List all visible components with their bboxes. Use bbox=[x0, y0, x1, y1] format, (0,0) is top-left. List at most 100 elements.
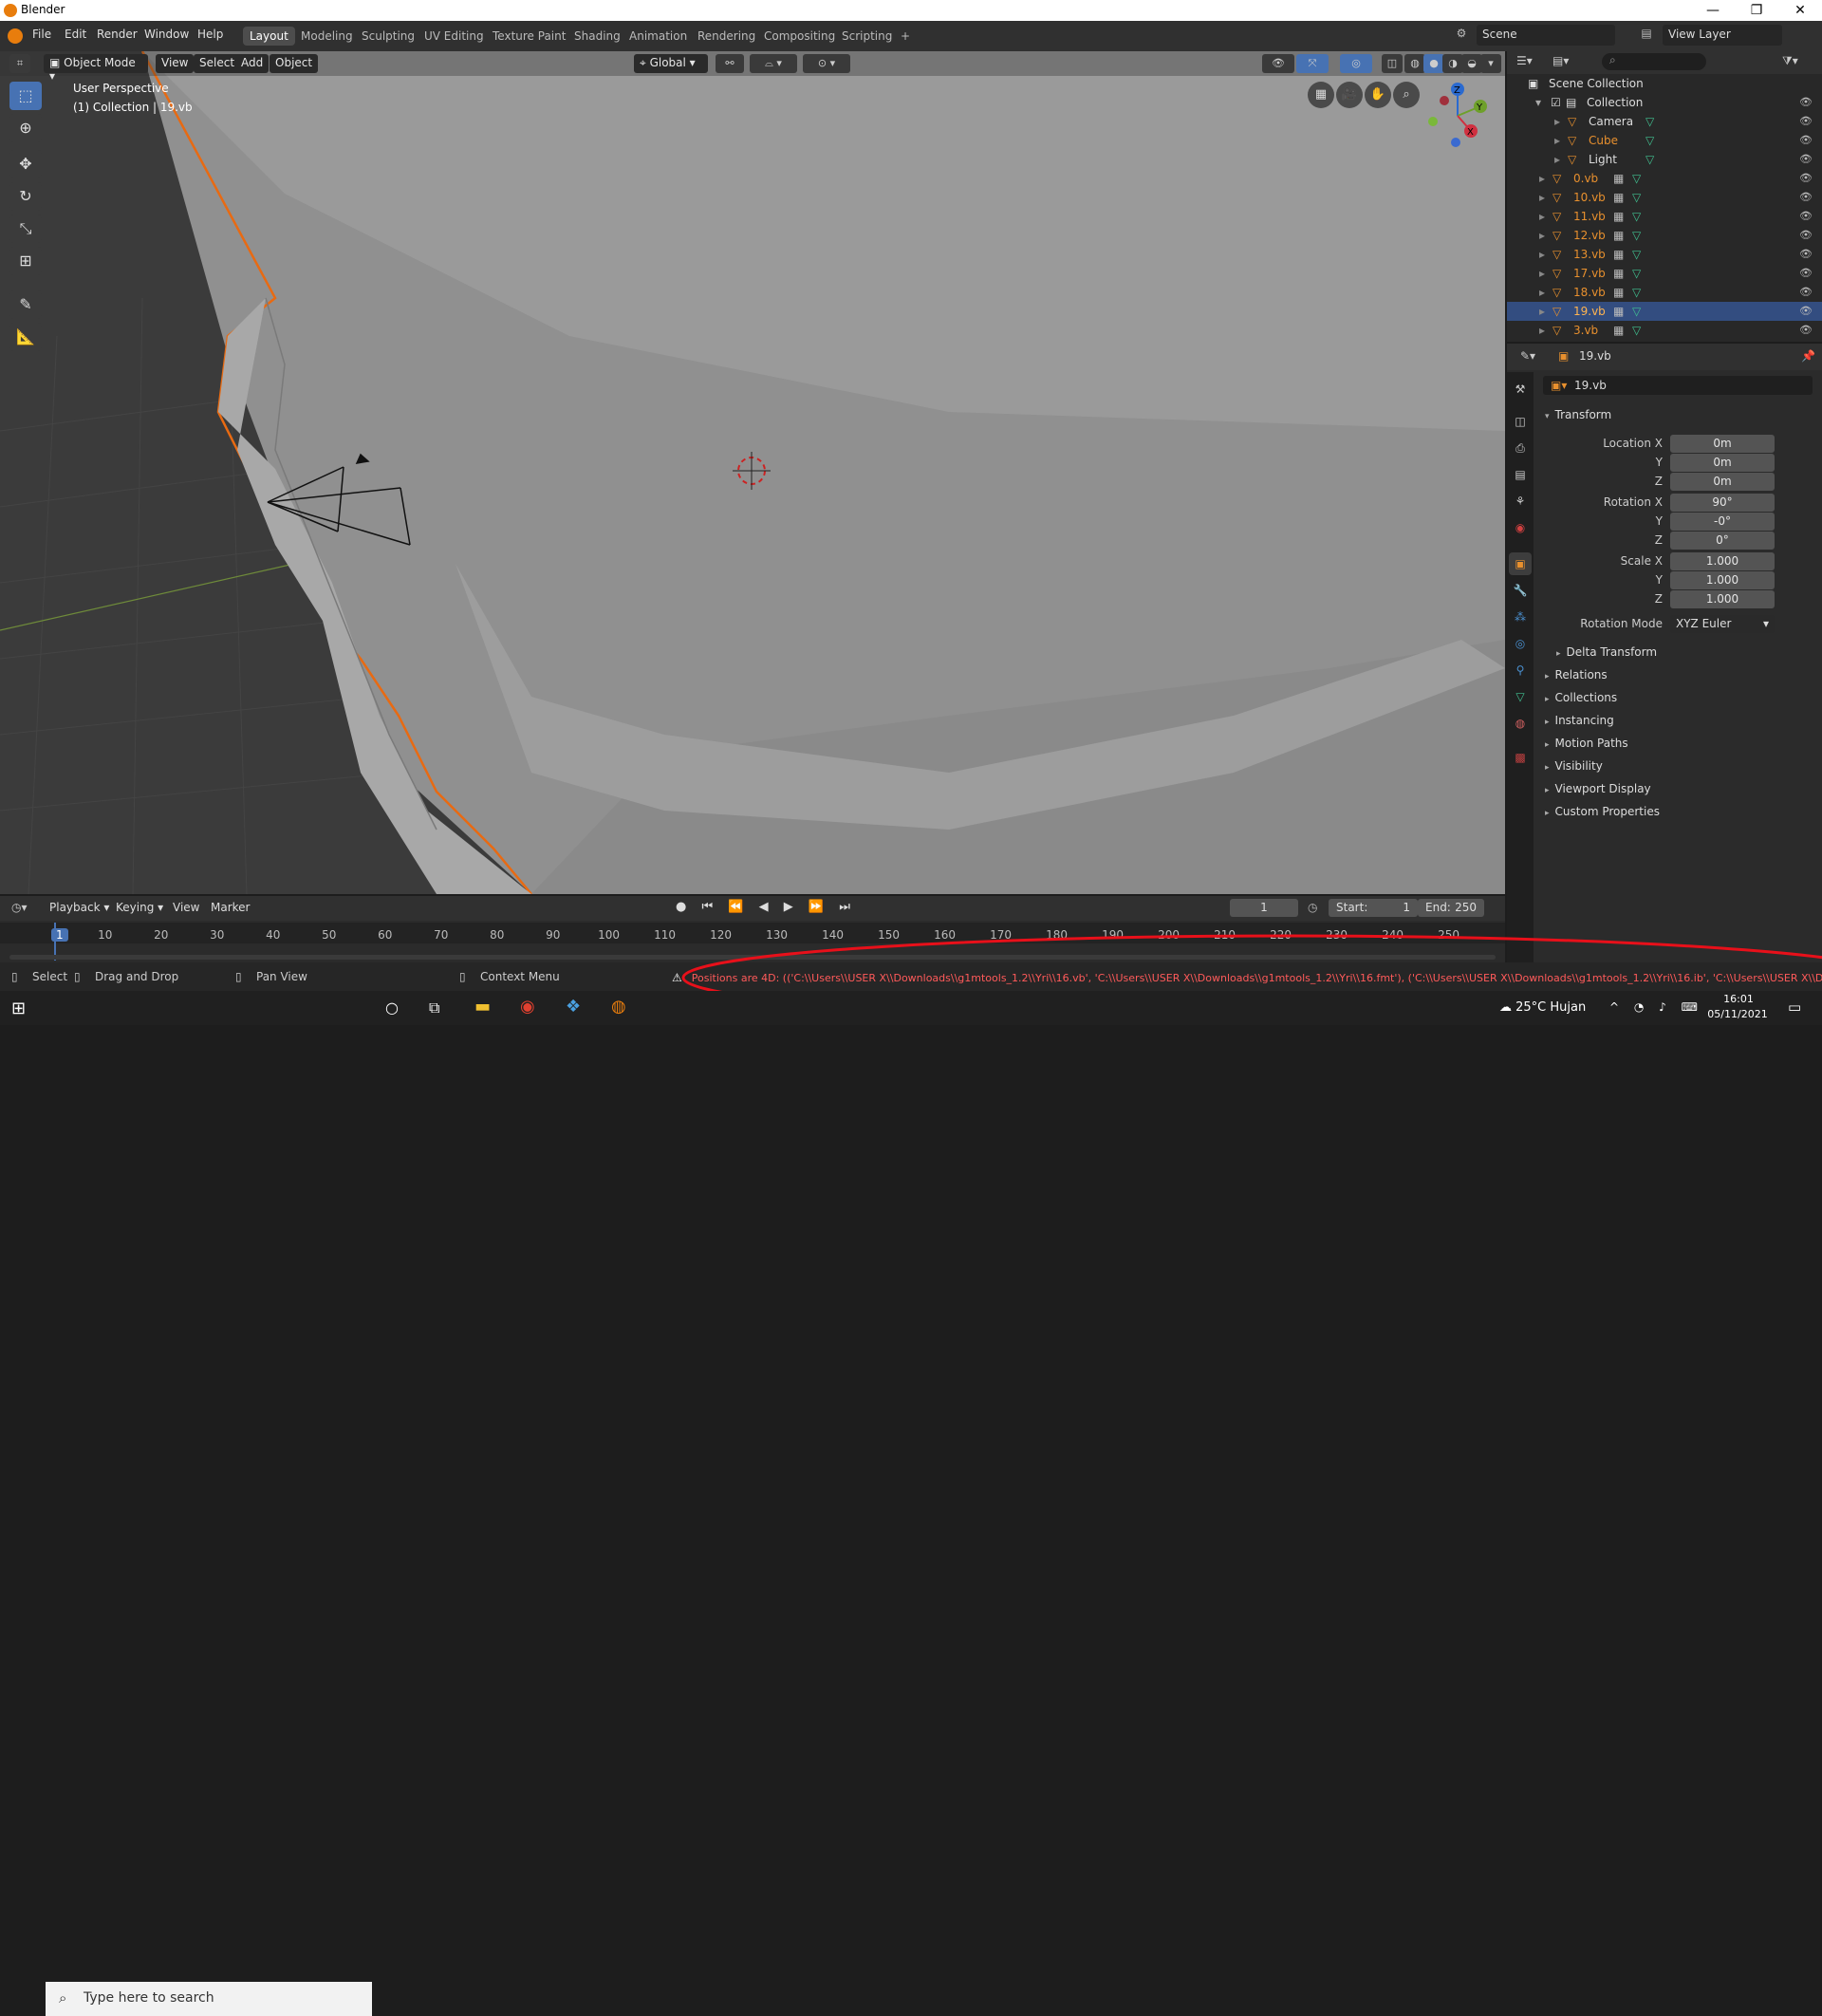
timeline-menu-view[interactable]: View bbox=[173, 901, 199, 914]
expand-icon[interactable]: ▸ bbox=[1539, 210, 1545, 223]
render-tab-icon[interactable]: ◫ bbox=[1509, 410, 1532, 433]
outliner-search[interactable]: ⌕ bbox=[1602, 53, 1706, 70]
shading-options-icon[interactable]: ▾ bbox=[1480, 54, 1501, 73]
tab-layout[interactable]: Layout bbox=[243, 27, 295, 46]
expand-icon[interactable]: ▸ bbox=[1554, 115, 1560, 128]
expand-icon[interactable]: ▸ bbox=[1539, 248, 1545, 261]
menu-edit[interactable]: Edit bbox=[65, 28, 86, 41]
texture-tab-icon[interactable]: ▩ bbox=[1509, 746, 1532, 769]
expand-icon[interactable]: ▸ bbox=[1554, 134, 1560, 147]
location-z-field[interactable]: 0m bbox=[1670, 473, 1775, 491]
annotate-tool-icon[interactable]: ✎ bbox=[9, 290, 42, 319]
close-button[interactable]: ✕ bbox=[1778, 0, 1822, 21]
world-tab-icon[interactable]: ◉ bbox=[1509, 516, 1532, 539]
3d-viewport[interactable] bbox=[0, 51, 1505, 894]
viewport-menu-select[interactable]: Select bbox=[194, 54, 241, 73]
expand-icon[interactable]: ▸ bbox=[1554, 153, 1560, 166]
expand-icon[interactable]: ▾ bbox=[1535, 96, 1541, 109]
viewport-menu-view[interactable]: View bbox=[156, 54, 195, 73]
outliner-item[interactable]: ▸ ▽ 10.vb ▦ ▽ 👁 bbox=[1507, 188, 1822, 207]
outliner-editor-icon[interactable]: ☰▾ bbox=[1516, 54, 1533, 67]
scale-y-field[interactable]: 1.000 bbox=[1670, 571, 1775, 589]
viewport-menu-object[interactable]: Object bbox=[270, 54, 319, 73]
viewport-menu-add[interactable]: Add bbox=[235, 54, 270, 73]
property-panel-header[interactable]: ▸ Motion Paths bbox=[1545, 737, 1628, 750]
location-y-field[interactable]: 0m bbox=[1670, 454, 1775, 472]
tab-modeling[interactable]: Modeling bbox=[294, 27, 360, 46]
expand-icon[interactable]: ▸ bbox=[1539, 191, 1545, 204]
menu-file[interactable]: File bbox=[32, 28, 51, 41]
weather-widget[interactable]: ☁ 25°C Hujan bbox=[1499, 1000, 1586, 1015]
filter-icon[interactable]: ⧩▾ bbox=[1782, 54, 1798, 68]
proportional-edit-icon[interactable]: ⊙ ▾ bbox=[803, 54, 850, 73]
location-x-field[interactable]: 0m bbox=[1670, 435, 1775, 453]
eye-icon[interactable]: 👁 bbox=[1799, 248, 1813, 260]
current-frame-field[interactable]: 1 bbox=[1230, 899, 1298, 917]
eye-icon[interactable]: 👁 bbox=[1799, 286, 1813, 298]
eye-icon[interactable]: 👁 bbox=[1799, 96, 1813, 108]
overlay-toggle-icon[interactable]: ◎ bbox=[1340, 54, 1372, 73]
menu-window[interactable]: Window bbox=[144, 28, 189, 41]
eye-icon[interactable]: 👁 bbox=[1799, 191, 1813, 203]
wireframe-shading-icon[interactable]: ◍ bbox=[1404, 54, 1425, 73]
display-mode-icon[interactable]: ▤▾ bbox=[1552, 54, 1569, 67]
end-frame-field[interactable]: End: 250 bbox=[1418, 899, 1484, 917]
material-shading-icon[interactable]: ◑ bbox=[1442, 54, 1463, 73]
eye-icon[interactable]: 👁 bbox=[1799, 134, 1813, 146]
view-layer-icon[interactable]: ▤ bbox=[1634, 27, 1659, 46]
tab-texture-paint[interactable]: Texture Paint bbox=[486, 27, 572, 46]
measure-tool-icon[interactable]: 📐 bbox=[9, 323, 42, 351]
transform-tool-icon[interactable]: ⊞ bbox=[9, 247, 42, 275]
outliner-item[interactable]: ▸ ▽ 19.vb ▦ ▽ 👁 bbox=[1507, 302, 1822, 321]
view-layer-field[interactable]: View Layer bbox=[1663, 25, 1782, 46]
data-tab-icon[interactable]: ▽ bbox=[1509, 685, 1532, 708]
transform-panel-header[interactable]: ▾ Transform bbox=[1545, 408, 1611, 421]
chrome-icon[interactable]: ◉ bbox=[520, 997, 535, 1017]
eye-icon[interactable]: 👁 bbox=[1799, 115, 1813, 127]
outliner-item[interactable]: ▸ ▽ Cube ▽ 👁 bbox=[1507, 131, 1822, 150]
blender-taskbar-icon[interactable]: ◍ bbox=[611, 997, 626, 1017]
expand-icon[interactable]: ▸ bbox=[1539, 286, 1545, 299]
tool-tab-icon[interactable]: ⚒ bbox=[1509, 378, 1532, 401]
eye-icon[interactable]: 👁 bbox=[1799, 324, 1813, 336]
tab-rendering[interactable]: Rendering bbox=[691, 27, 762, 46]
move-tool-icon[interactable]: ✥ bbox=[9, 150, 42, 178]
notification-icon[interactable]: ▭ bbox=[1788, 999, 1801, 1016]
expand-icon[interactable]: ▸ bbox=[1539, 229, 1545, 242]
pan-hand-icon[interactable]: ✋ bbox=[1365, 82, 1391, 108]
app-icon[interactable]: ❖ bbox=[566, 997, 581, 1017]
timeline-menu-playback[interactable]: Playback ▾ bbox=[49, 901, 109, 914]
start-frame-field[interactable]: Start: 1 bbox=[1329, 899, 1418, 917]
outliner-item[interactable]: ▸ ▽ Light ▽ 👁 bbox=[1507, 150, 1822, 169]
object-tab-icon[interactable]: ▣ bbox=[1509, 552, 1532, 575]
cortana-icon[interactable]: ○ bbox=[385, 999, 399, 1017]
property-panel-header[interactable]: ▸ Viewport Display bbox=[1545, 782, 1651, 795]
axis-gizmo[interactable]: Z Y X bbox=[1422, 78, 1494, 154]
eye-icon[interactable]: 👁 bbox=[1799, 172, 1813, 184]
eye-icon[interactable]: 👁 bbox=[1799, 153, 1813, 165]
gizmo-toggle-icon[interactable]: ⤧ bbox=[1296, 54, 1329, 73]
timeline-editor-icon[interactable]: ◷▾ bbox=[11, 901, 28, 914]
collection-row[interactable]: ▾ ☑ ▤ Collection 👁 bbox=[1507, 93, 1822, 112]
outliner-item[interactable]: ▸ ▽ 11.vb ▦ ▽ 👁 bbox=[1507, 207, 1822, 226]
pivot-icon[interactable]: ⚯ bbox=[716, 54, 744, 73]
eye-icon[interactable]: 👁 bbox=[1799, 305, 1813, 317]
tab-shading[interactable]: Shading bbox=[567, 27, 627, 46]
tab-compositing[interactable]: Compositing bbox=[757, 27, 842, 46]
scene-icon[interactable]: ⚙ bbox=[1450, 27, 1473, 46]
tab-scripting[interactable]: Scripting bbox=[835, 27, 899, 46]
scene-collection-row[interactable]: ▣ Scene Collection bbox=[1507, 74, 1822, 93]
modifier-tab-icon[interactable]: 🔧 bbox=[1509, 579, 1532, 602]
file-explorer-icon[interactable]: ▬ bbox=[474, 997, 491, 1017]
expand-icon[interactable]: ▸ bbox=[1539, 267, 1545, 280]
tab-animation[interactable]: Animation bbox=[623, 27, 694, 46]
snap-icon[interactable]: ⌓ ▾ bbox=[750, 54, 797, 73]
rendered-shading-icon[interactable]: ◒ bbox=[1461, 54, 1482, 73]
expand-icon[interactable]: ▸ bbox=[1539, 324, 1545, 337]
outliner-item[interactable]: ▸ ▽ 13.vb ▦ ▽ 👁 bbox=[1507, 245, 1822, 264]
playback-controls[interactable]: ● ⏮ ⏪ ◀ ▶ ⏩ ⏭ bbox=[676, 900, 856, 914]
outliner-item[interactable]: ▸ ▽ 0.vb ▦ ▽ 👁 bbox=[1507, 169, 1822, 188]
property-panel-header[interactable]: ▸ Instancing bbox=[1545, 714, 1614, 727]
zoom-icon[interactable]: ⌕ bbox=[1393, 82, 1420, 108]
eye-icon[interactable]: 👁 bbox=[1799, 229, 1813, 241]
